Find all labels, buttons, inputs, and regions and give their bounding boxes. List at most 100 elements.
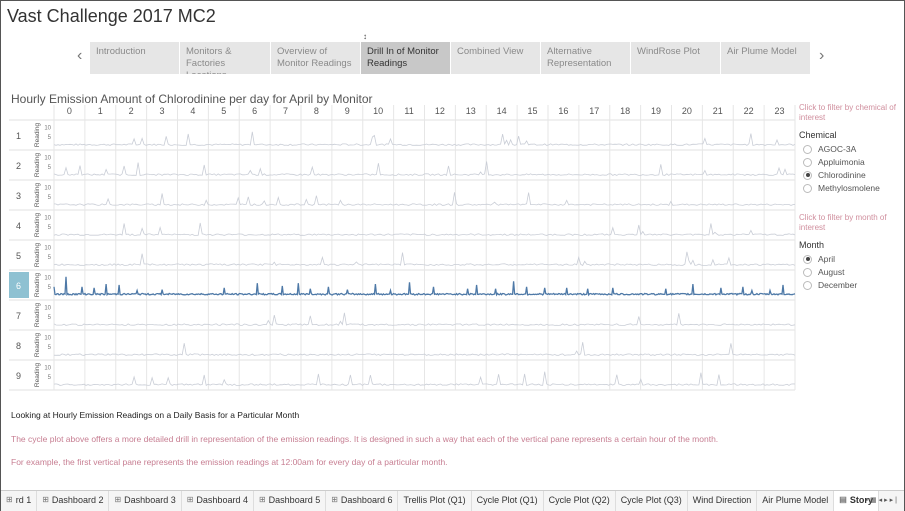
y-tick-label: 5 xyxy=(48,255,52,261)
chemical-option[interactable]: AGOC-3A xyxy=(803,143,856,155)
y-tick-label: 10 xyxy=(44,126,51,132)
sheet-tab-label: Air Plume Model xyxy=(762,495,829,505)
chemical-option-label: AGOC-3A xyxy=(818,144,857,154)
monitor-label: 2 xyxy=(16,161,21,171)
story-point-8[interactable]: Air Plume Model xyxy=(721,42,810,74)
dashboard-icon: ⊞ xyxy=(258,495,266,504)
sheet-tab[interactable]: ⊞ Dashboard 6 xyxy=(326,491,399,511)
story-point-1[interactable]: Introduction xyxy=(90,42,179,74)
hour-header: 22 xyxy=(744,106,754,116)
monitor-label: 9 xyxy=(16,371,21,381)
hour-header: 15 xyxy=(528,106,538,116)
reading-axis-label: Reading xyxy=(34,243,41,268)
viz-title: Hourly Emission Amount of Chlorodinine p… xyxy=(11,92,373,106)
y-tick-label: 10 xyxy=(44,366,51,372)
y-tick-label: 10 xyxy=(44,246,51,252)
hour-header: 4 xyxy=(190,106,195,116)
month-option-label: August xyxy=(818,267,845,277)
hour-header: 12 xyxy=(435,106,445,116)
sheet-tab-bar: ⊞ rd 1 ⊞ Dashboard 2 ⊞ Dashboard 3 ⊞ Dashboard … xyxy=(1,490,904,511)
radio-button-icon[interactable] xyxy=(803,183,812,193)
hour-header: 3 xyxy=(160,106,165,116)
hour-header: 2 xyxy=(129,106,134,116)
sheet-tab-label: Cycle Plot (Q2) xyxy=(548,495,610,505)
radio-button-icon[interactable] xyxy=(803,280,812,290)
month-option-label: December xyxy=(818,280,858,290)
y-tick-label: 5 xyxy=(48,375,52,381)
sheet-tab-label: Dashboard 4 xyxy=(196,495,248,505)
month-option[interactable]: August xyxy=(803,266,844,278)
hour-header: 20 xyxy=(682,106,692,116)
month-option[interactable]: April xyxy=(803,253,835,265)
story-point-4[interactable]: Drill In of Monitor Readings xyxy=(361,42,450,74)
story-point-3[interactable]: Overview of Monitor Readings xyxy=(271,42,360,74)
reading-axis-label: Reading xyxy=(34,153,41,178)
cycle-plot-chart[interactable]: 0 1 2 3 4 5 6 7 8 9 10 11 12 13 14 15 16 17 18 19 20 21 22 231 R… xyxy=(1,105,801,395)
radio-button-icon[interactable] xyxy=(803,267,812,277)
sheet-tab[interactable]: Cycle Plot (Q1) xyxy=(472,491,544,511)
radio-button-icon[interactable] xyxy=(803,144,812,154)
y-tick-label: 10 xyxy=(44,336,51,342)
app-title: Vast Challenge 2017 MC2 xyxy=(7,6,216,26)
y-tick-label: 10 xyxy=(44,306,51,312)
chemical-option-label: Appluimonia xyxy=(818,157,865,167)
sheet-tab[interactable]: Cycle Plot (Q2) xyxy=(544,491,616,511)
radio-button-icon[interactable] xyxy=(803,254,812,264)
radio-button-icon[interactable] xyxy=(803,170,812,180)
sheet-tab-label: rd 1 xyxy=(15,495,32,505)
reading-axis-label: Reading xyxy=(34,123,41,148)
caption-paragraph-1: The cycle plot above offers a more detai… xyxy=(11,434,719,444)
dashboard-icon: ⊞ xyxy=(114,495,122,504)
hour-header: 1 xyxy=(98,106,103,116)
dashboard-icon: ⊞ xyxy=(42,495,49,504)
hour-header: 16 xyxy=(558,106,568,116)
reading-axis-label: Reading xyxy=(34,273,41,298)
sheet-tab[interactable]: Air Plume Model xyxy=(757,491,835,511)
sheet-tab[interactable]: ⊞ rd 1 xyxy=(1,491,38,511)
hour-header: 19 xyxy=(651,106,661,116)
sheet-tab[interactable]: ⊞ Dashboard 4 xyxy=(182,491,254,511)
sheet-tab-label: Cycle Plot (Q3) xyxy=(620,495,682,505)
story-point-6[interactable]: Alternative Representation xyxy=(541,42,630,74)
sheet-tab-label: Wind Direction xyxy=(692,495,752,505)
chemical-option-label: Chlorodinine xyxy=(818,170,866,180)
chemical-option[interactable]: Chlorodinine xyxy=(803,169,866,181)
reading-axis-label: Reading xyxy=(34,213,41,238)
sheet-tab[interactable]: ⊞ Dashboard 2 xyxy=(37,491,110,511)
tab-controls-icon[interactable]: ▪▦◂▸▸| xyxy=(866,496,899,504)
story-prev-arrow-icon[interactable]: ‹ xyxy=(77,47,82,65)
y-tick-label: 5 xyxy=(48,345,52,351)
sheet-tab[interactable]: ⊞ Dashboard 5 xyxy=(254,491,327,511)
sheet-tab[interactable]: ⊞ Dashboard 3 xyxy=(109,491,182,511)
reading-axis-label: Reading xyxy=(34,303,41,328)
chemical-option[interactable]: Appluimonia xyxy=(803,156,865,168)
sheet-tab[interactable]: Wind Direction xyxy=(688,491,758,511)
y-tick-label: 10 xyxy=(44,156,51,162)
sheet-tab[interactable]: Cycle Plot (Q3) xyxy=(616,491,688,511)
chemical-option[interactable]: Methylosmolene xyxy=(803,182,880,194)
hour-header: 11 xyxy=(404,106,413,116)
monitor-label: 1 xyxy=(16,131,21,141)
y-tick-label: 5 xyxy=(48,315,52,321)
hour-header: 5 xyxy=(221,106,226,116)
y-tick-label: 5 xyxy=(48,135,52,141)
caption-heading: Looking at Hourly Emission Readings on a… xyxy=(11,410,300,420)
sheet-tab-label: Dashboard 3 xyxy=(124,495,176,505)
story-point-2[interactable]: Monitors & Factories Locations xyxy=(180,42,270,74)
y-tick-label: 5 xyxy=(48,195,52,201)
story-point-5[interactable]: Combined View xyxy=(451,42,540,74)
story-point-7[interactable]: WindRose Plot xyxy=(631,42,720,74)
hour-header: 14 xyxy=(497,106,507,116)
sheet-tab[interactable]: Trellis Plot (Q1) xyxy=(398,491,472,511)
chemical-filter-hint: Click to filter by chemical of interest xyxy=(799,103,896,122)
y-tick-label: 10 xyxy=(44,276,51,282)
month-option[interactable]: December xyxy=(803,279,857,291)
dashboard-icon: ⊞ xyxy=(186,495,194,504)
story-next-arrow-icon[interactable]: › xyxy=(819,47,824,65)
month-option-label: April xyxy=(818,254,836,264)
monitor-label: 4 xyxy=(16,221,21,231)
sheet-tab-label: Cycle Plot (Q1) xyxy=(476,495,538,505)
radio-button-icon[interactable] xyxy=(803,157,812,167)
y-tick-label: 10 xyxy=(44,216,51,222)
hour-header: 9 xyxy=(345,106,350,116)
